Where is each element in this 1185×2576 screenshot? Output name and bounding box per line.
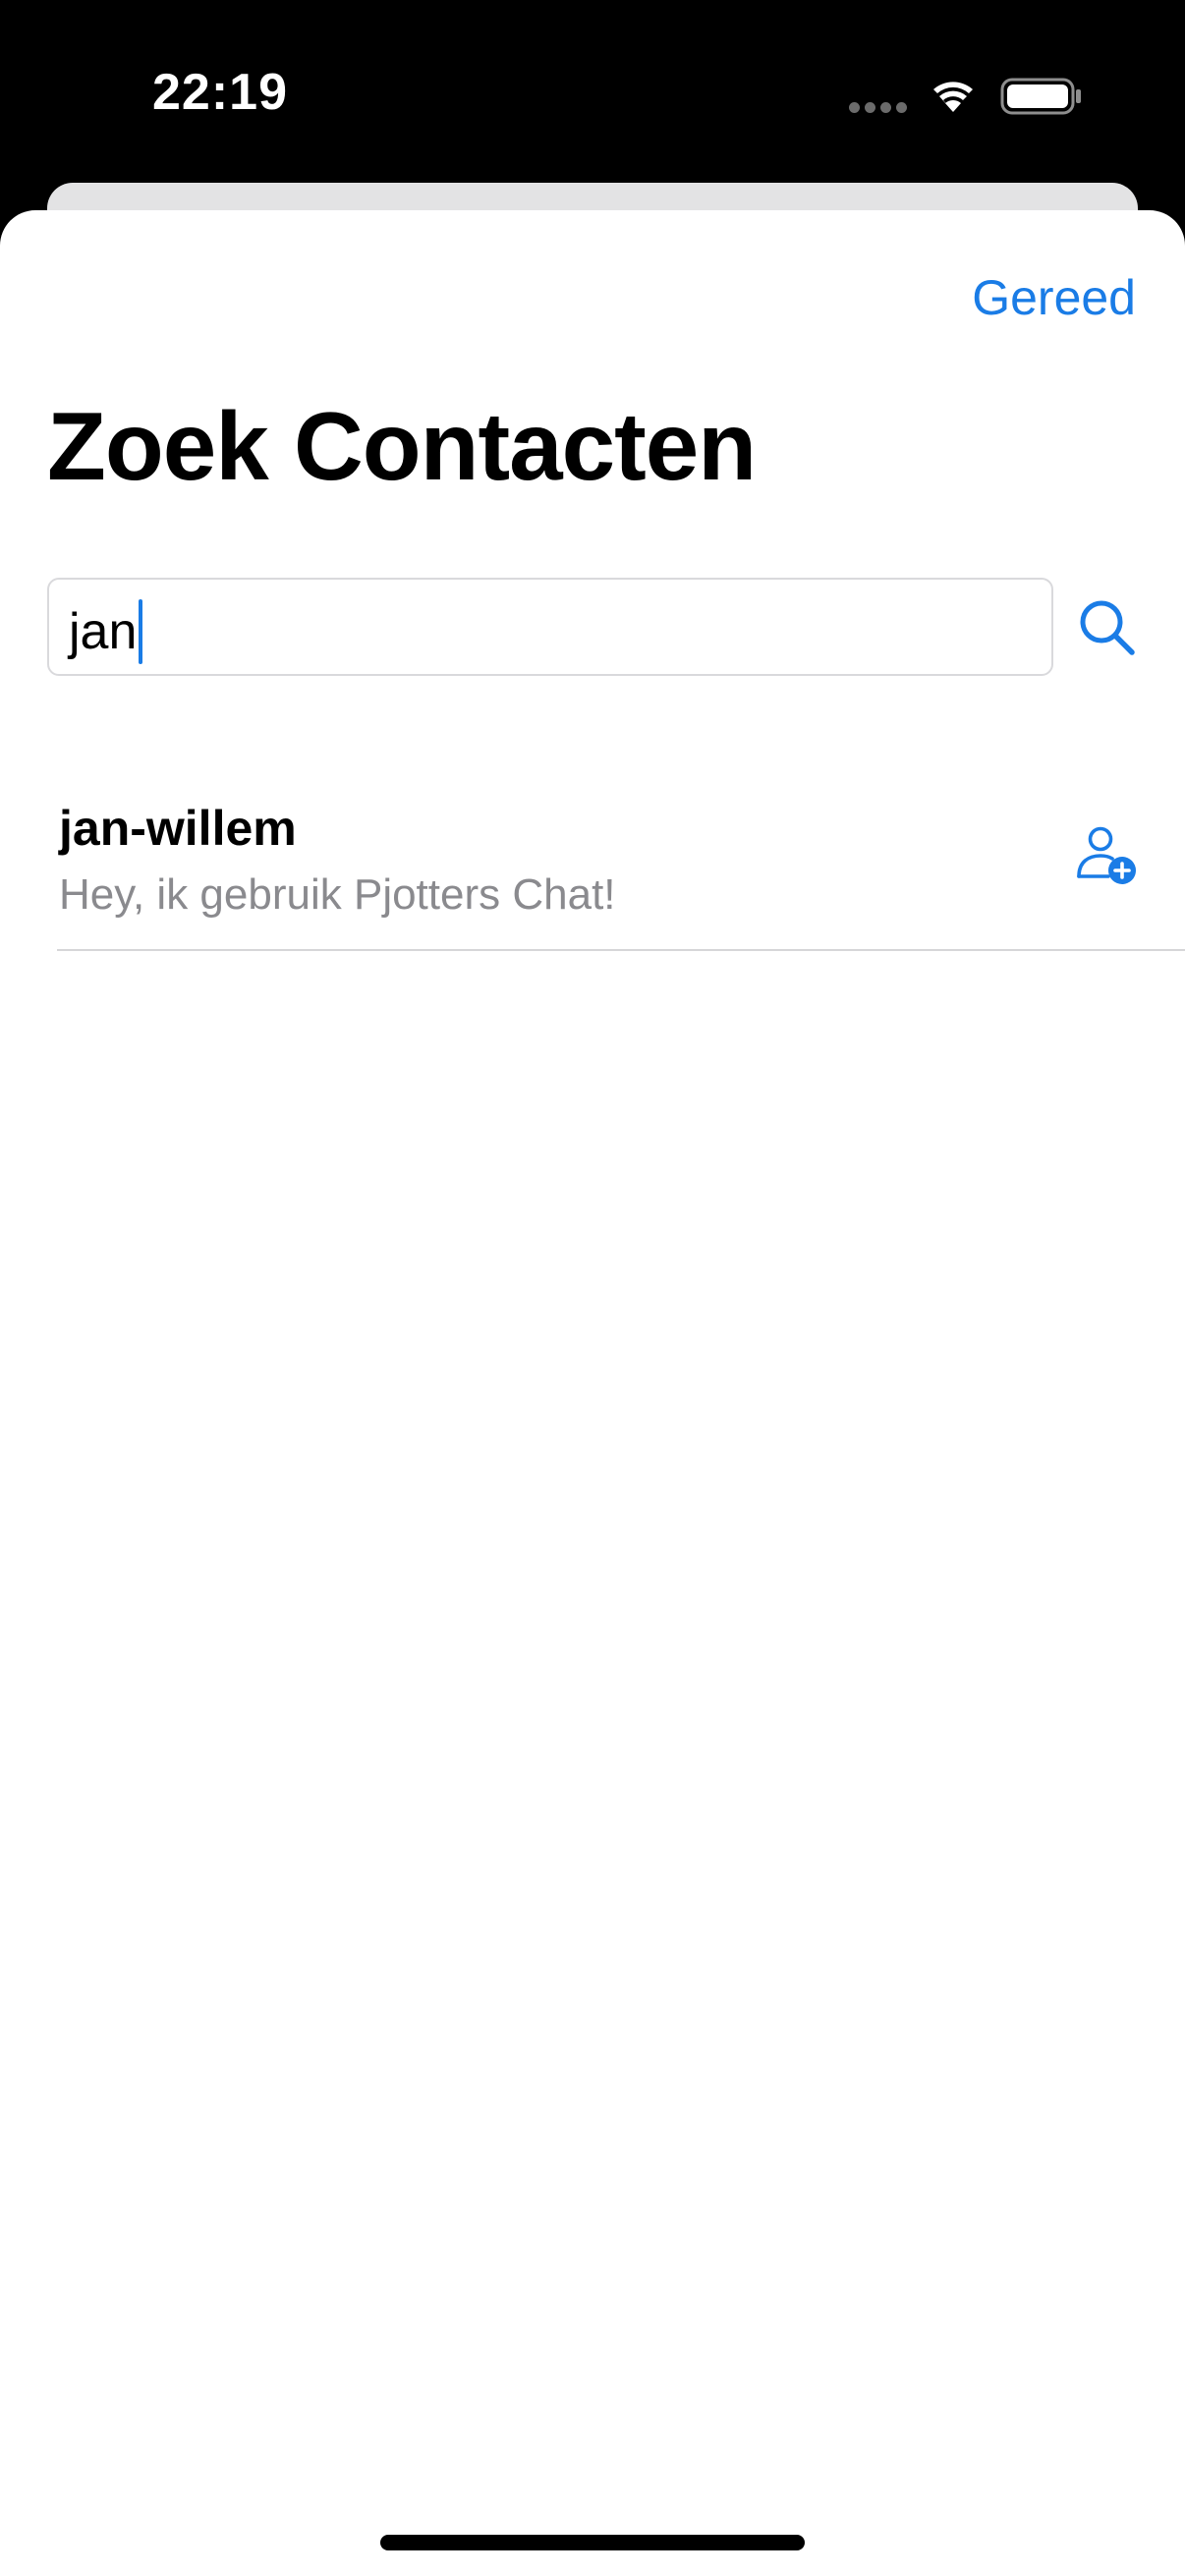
home-indicator[interactable] [380,2535,805,2550]
contact-result-row[interactable]: jan-willem Hey, ik gebruik Pjotters Chat… [57,780,1185,951]
contact-name: jan-willem [59,801,297,856]
search-input[interactable]: jan [47,578,1053,676]
search-input-value: jan [69,603,138,660]
wifi-icon [933,82,973,112]
contact-status: Hey, ik gebruik Pjotters Chat! [59,870,616,919]
signal-dots-icon [849,102,908,114]
status-time: 22:19 [152,64,288,121]
done-button[interactable]: Gereed [972,269,1136,326]
battery-icon [1000,78,1081,115]
search-contacts-sheet: Gereed Zoek Contacten jan jan-willem Hey… [0,210,1185,2576]
page-title: Zoek Contacten [47,392,757,500]
person-add-icon[interactable] [1075,825,1140,886]
search-input-value-wrap: jan [69,599,143,664]
text-cursor [139,599,143,664]
search-icon[interactable] [1077,597,1138,658]
